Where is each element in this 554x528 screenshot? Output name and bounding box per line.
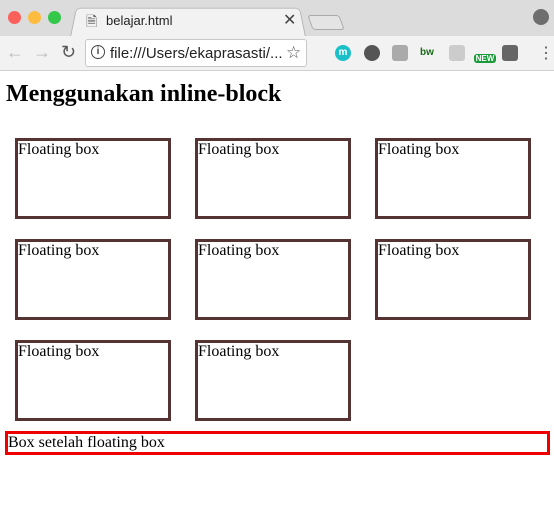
extension-bw-icon[interactable]: bw — [419, 45, 435, 61]
tab-strip: 🗎 belajar.html ✕ — [0, 0, 554, 37]
tab-title: belajar.html — [106, 13, 173, 28]
floating-box: Floating box — [15, 138, 171, 219]
menu-icon[interactable]: ⋮ — [538, 43, 554, 63]
page-content: Menggunakan inline-block Floating box Fl… — [0, 72, 554, 528]
floating-box: Floating box — [15, 340, 171, 421]
extension-m-icon[interactable]: m — [335, 45, 351, 61]
floating-box: Floating box — [375, 138, 531, 219]
new-tab-button[interactable] — [307, 15, 345, 30]
camera-icon[interactable] — [392, 45, 408, 61]
reload-icon[interactable]: ↻ — [61, 42, 76, 63]
bookmark-star-icon[interactable]: ☆ — [286, 43, 301, 63]
address-text: file:///Users/ekaprasasti/... — [110, 45, 283, 62]
bulb-icon[interactable] — [502, 45, 518, 61]
evernote-icon[interactable] — [364, 45, 380, 61]
browser-toolbar: ← → ↻ i file:///Users/ekaprasasti/... ☆ … — [0, 36, 554, 71]
back-icon[interactable]: ← — [6, 42, 24, 63]
pin-icon[interactable] — [449, 45, 465, 61]
after-floating-box: Box setelah floating box — [5, 431, 550, 455]
window-minimize-button[interactable] — [28, 11, 41, 24]
floating-box: Floating box — [195, 138, 351, 219]
extension-new-badge[interactable]: NEW — [474, 54, 496, 63]
page-title: Menggunakan inline-block — [6, 81, 282, 107]
floating-box: Floating box — [195, 340, 351, 421]
window-maximize-button[interactable] — [48, 11, 61, 24]
file-icon: 🗎 — [86, 13, 98, 29]
close-tab-icon[interactable]: ✕ — [283, 10, 296, 30]
window-close-button[interactable] — [8, 11, 21, 24]
floating-box: Floating box — [375, 239, 531, 320]
forward-icon[interactable]: → — [33, 42, 51, 63]
address-bar[interactable]: i file:///Users/ekaprasasti/... ☆ — [85, 39, 307, 67]
profile-icon[interactable] — [533, 9, 549, 25]
floating-box: Floating box — [15, 239, 171, 320]
info-icon[interactable]: i — [91, 45, 105, 59]
floating-box: Floating box — [195, 239, 351, 320]
